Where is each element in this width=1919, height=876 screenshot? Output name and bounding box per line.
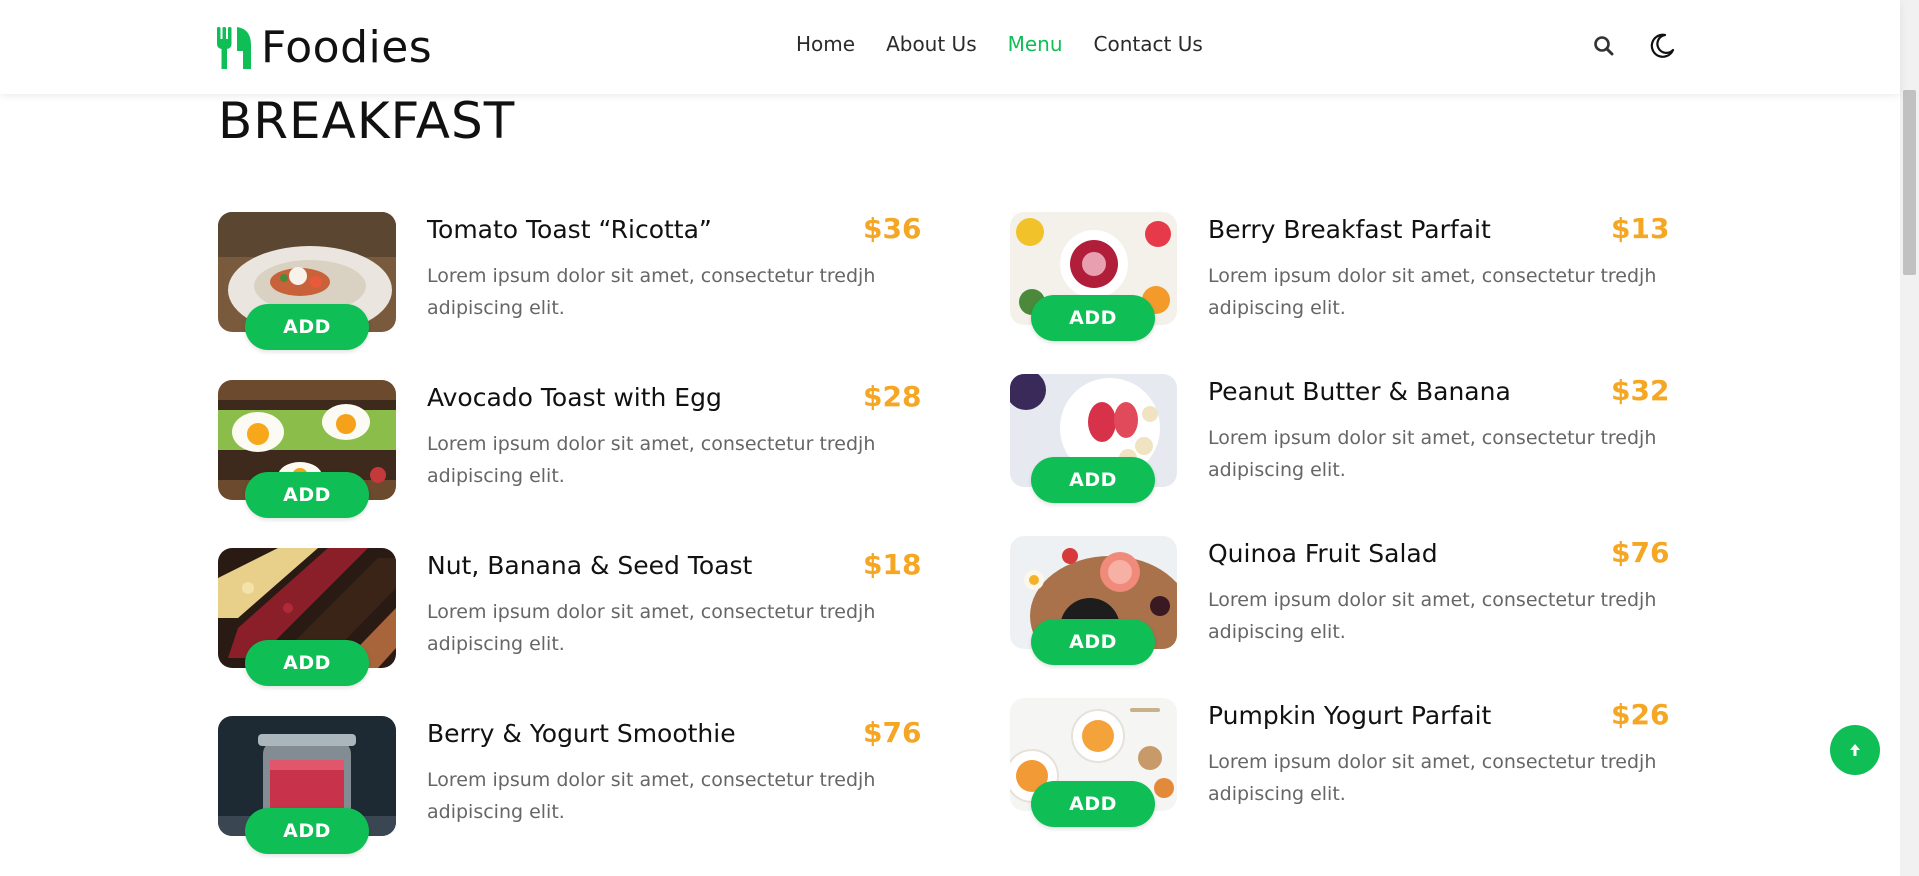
section-title: BREAKFAST [218,92,516,150]
add-button[interactable]: ADD [1031,457,1155,503]
item-name: Tomato Toast “Ricotta” [427,215,712,244]
item-description: Lorem ipsum dolor sit amet, consectetur … [427,769,876,823]
moon-icon [1650,33,1675,58]
item-name: Berry & Yogurt Smoothie [427,719,736,748]
item-price: $18 [863,548,922,581]
add-button[interactable]: ADD [245,640,369,686]
nav-contact-us[interactable]: Contact Us [1094,32,1203,56]
item-price: $28 [863,380,922,413]
item-description: Lorem ipsum dolor sit amet, consectetur … [1208,589,1657,643]
item-price: $36 [863,212,922,245]
item-name: Avocado Toast with Egg [427,383,722,412]
search-icon [1594,36,1614,56]
nav-menu[interactable]: Menu [1008,32,1063,56]
item-name: Quinoa Fruit Salad [1208,539,1438,568]
item-name: Peanut Butter & Banana [1208,377,1511,406]
main-nav: Home About Us Menu Contact Us [796,32,1234,56]
item-description: Lorem ipsum dolor sit amet, consectetur … [1208,751,1657,805]
item-description: Lorem ipsum dolor sit amet, consectetur … [427,601,876,655]
add-button[interactable]: ADD [245,472,369,518]
add-button[interactable]: ADD [1031,619,1155,665]
add-button[interactable]: ADD [1031,781,1155,827]
site-header: Foodies Home About Us Menu Contact Us [0,0,1900,94]
item-name: Berry Breakfast Parfait [1208,215,1491,244]
nav-about-us[interactable]: About Us [886,32,977,56]
page: Foodies Home About Us Menu Contact Us BR… [0,0,1919,876]
fork-knife-icon [217,26,251,69]
item-description: Lorem ipsum dolor sit amet, consectetur … [427,265,876,319]
search-button[interactable] [1584,26,1624,66]
item-price: $26 [1611,698,1670,731]
add-button[interactable]: ADD [245,808,369,854]
add-button[interactable]: ADD [1031,295,1155,341]
item-description: Lorem ipsum dolor sit amet, consectetur … [1208,265,1657,319]
add-button[interactable]: ADD [245,304,369,350]
item-name: Nut, Banana & Seed Toast [427,551,753,580]
scrollbar-thumb[interactable] [1903,90,1916,275]
item-name: Pumpkin Yogurt Parfait [1208,701,1492,730]
arrow-up-icon [1850,744,1860,756]
item-price: $76 [1611,536,1670,569]
theme-toggle-button[interactable] [1642,26,1682,66]
brand-logo[interactable]: Foodies [217,22,432,73]
item-description: Lorem ipsum dolor sit amet, consectetur … [1208,427,1657,481]
item-price: $76 [863,716,922,749]
brand-name: Foodies [261,22,433,73]
nav-home[interactable]: Home [796,32,855,56]
item-price: $13 [1611,212,1670,245]
scroll-to-top-button[interactable] [1830,725,1880,775]
item-price: $32 [1611,374,1670,407]
item-description: Lorem ipsum dolor sit amet, consectetur … [427,433,876,487]
